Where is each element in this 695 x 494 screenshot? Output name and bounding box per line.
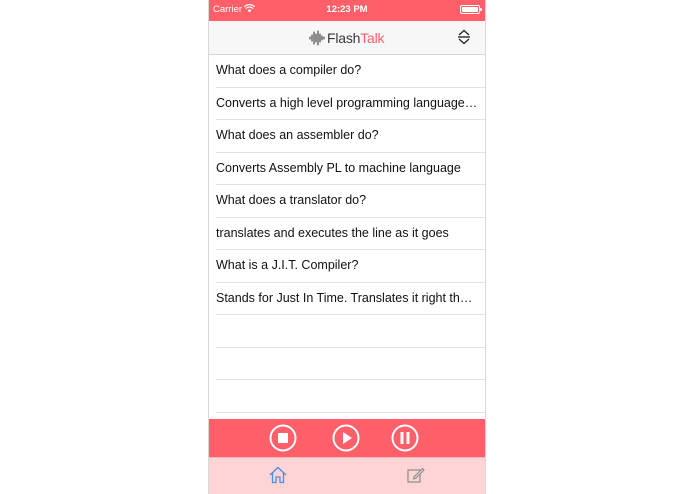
tab-compose[interactable] bbox=[406, 465, 426, 485]
list-item-text: Converts Assembly PL to machine language bbox=[216, 160, 461, 175]
list-item[interactable]: Converts a high level programming langua… bbox=[216, 88, 486, 120]
list-item[interactable]: Stands for Just In Time. Translates it r… bbox=[216, 283, 486, 315]
list-item-text: What does an assembler do? bbox=[216, 128, 379, 142]
play-button[interactable] bbox=[332, 424, 360, 452]
list-item-text: What does a translator do? bbox=[216, 193, 367, 207]
flashtalk-logo: Flash Talk bbox=[309, 28, 385, 48]
clock-time: 12:23 PM bbox=[326, 4, 368, 15]
list-item-text: What does a compiler do? bbox=[216, 63, 362, 77]
battery-icon bbox=[460, 5, 482, 14]
list-item[interactable]: translates and executes the line as it g… bbox=[216, 218, 486, 250]
list-item-text: Stands for Just In Time. Translates it r… bbox=[216, 290, 478, 305]
navigation-bar: Flash Talk bbox=[208, 21, 486, 55]
flashcard-list: What does a compiler do? Converts a high… bbox=[208, 55, 486, 413]
compose-icon bbox=[407, 467, 425, 483]
list-item[interactable]: What does a translator do? bbox=[216, 185, 486, 218]
list-item[interactable]: Converts Assembly PL to machine language bbox=[216, 153, 486, 185]
list-item-text: What is a J.I.T. Compiler? bbox=[216, 258, 359, 272]
play-icon bbox=[332, 424, 360, 452]
list-item[interactable]: What is a J.I.T. Compiler? bbox=[216, 250, 486, 283]
list-item-text: Converts a high level programming langua… bbox=[216, 95, 478, 110]
tab-home[interactable] bbox=[268, 465, 288, 485]
stop-icon bbox=[269, 424, 297, 452]
empty-list-item bbox=[216, 348, 486, 380]
home-icon bbox=[269, 466, 287, 484]
phone-screen: Carrier 12:23 PM Flash Talk What does a … bbox=[208, 0, 486, 494]
tab-bar bbox=[208, 457, 486, 494]
logo-text-talk: Talk bbox=[360, 30, 385, 46]
empty-list-item bbox=[216, 380, 486, 413]
sort-arrows-icon[interactable] bbox=[457, 29, 471, 45]
logo-text-flash: Flash bbox=[327, 30, 361, 46]
pause-icon bbox=[391, 424, 419, 452]
player-controls bbox=[208, 419, 486, 457]
pause-button[interactable] bbox=[391, 424, 419, 452]
list-item[interactable]: What does an assembler do? bbox=[216, 120, 486, 153]
list-item[interactable]: What does a compiler do? bbox=[216, 55, 486, 88]
waveform-icon bbox=[309, 30, 325, 46]
status-bar: Carrier 12:23 PM bbox=[208, 0, 486, 21]
stop-button[interactable] bbox=[269, 424, 297, 452]
empty-list-item bbox=[216, 315, 486, 348]
list-item-text: translates and executes the line as it g… bbox=[216, 225, 449, 240]
